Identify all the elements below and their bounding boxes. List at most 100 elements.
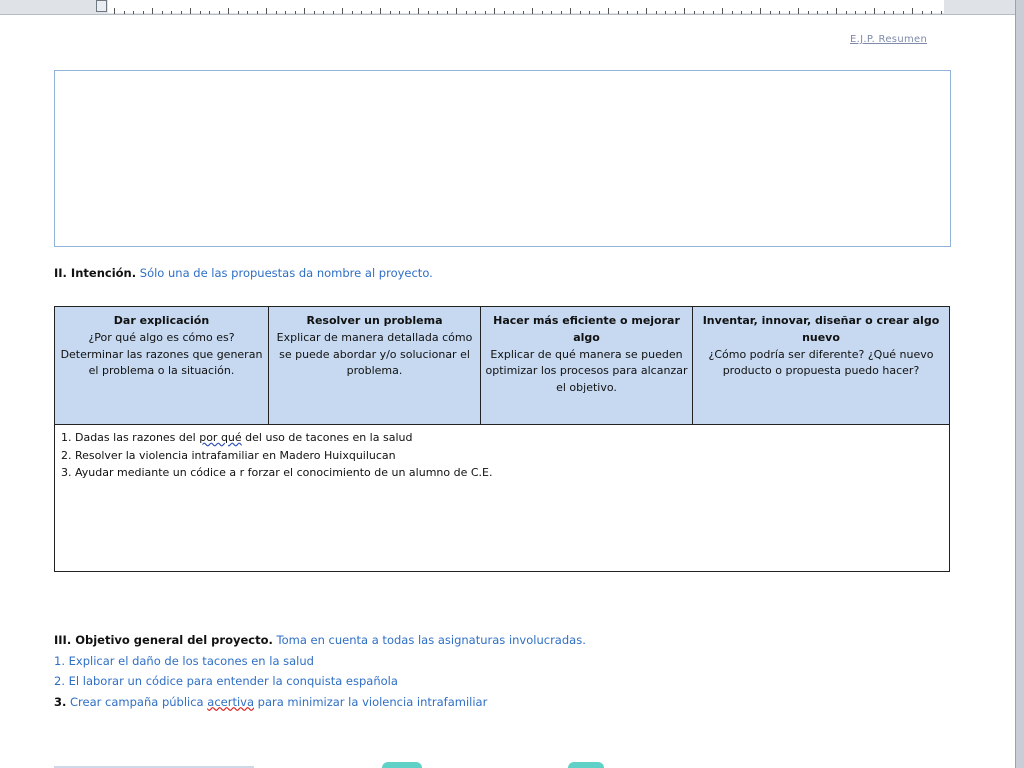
ruler-tick bbox=[332, 11, 334, 14]
horizontal-ruler[interactable] bbox=[0, 0, 1024, 15]
ruler-tick bbox=[912, 8, 913, 14]
ruler-tick bbox=[646, 8, 647, 14]
ruler-tick bbox=[788, 11, 790, 14]
cell-body: Explicar de manera detallada cómo se pue… bbox=[276, 330, 473, 378]
ruler-tick bbox=[940, 11, 942, 14]
ruler-tick bbox=[608, 8, 609, 14]
section-3[interactable]: III. Objetivo general del proyecto. Toma… bbox=[54, 630, 586, 712]
ruler-tick bbox=[722, 8, 723, 14]
ruler-tick bbox=[294, 11, 296, 14]
ruler-tick bbox=[817, 11, 818, 14]
ruler-tick bbox=[190, 8, 191, 14]
ruler-tick bbox=[921, 11, 923, 14]
ruler-tick bbox=[475, 11, 476, 14]
ruler-tick bbox=[883, 11, 885, 14]
item-number: 3. bbox=[54, 694, 67, 709]
ruler-tick bbox=[532, 8, 533, 14]
cell-title: Inventar, innovar, diseñar o crear algo … bbox=[702, 314, 940, 344]
ruler-tick bbox=[617, 11, 619, 14]
ruler-tick bbox=[456, 8, 457, 14]
ruler-tick bbox=[266, 8, 267, 14]
ruler-tick bbox=[380, 8, 381, 14]
ruler-tick bbox=[361, 11, 362, 14]
intention-table-body[interactable]: 1. Dadas las razones del por qué del uso… bbox=[61, 429, 492, 482]
ruler-tick bbox=[209, 11, 210, 14]
section-2-title: II. Intención. Sólo una de las propuesta… bbox=[54, 266, 433, 280]
objective-item-2: 2. El laborar un códice para entender la… bbox=[54, 674, 398, 688]
ruler-tick bbox=[741, 11, 742, 14]
ruler-tick bbox=[304, 8, 305, 14]
intention-cell-improve: Hacer más eficiente o mejorar algo Expli… bbox=[481, 307, 693, 424]
ruler-tick bbox=[484, 11, 486, 14]
ruler-tick bbox=[731, 11, 733, 14]
ruler-tick bbox=[893, 11, 894, 14]
ruler-tick bbox=[864, 11, 866, 14]
ruler-tick bbox=[370, 11, 372, 14]
intention-line-1: 1. Dadas las razones del por qué del uso… bbox=[61, 429, 492, 447]
line-text: del uso de tacones en la salud bbox=[241, 431, 413, 444]
ruler-tick bbox=[256, 11, 258, 14]
ruler-tick bbox=[560, 11, 562, 14]
ruler-tick bbox=[665, 11, 666, 14]
ruler-tick bbox=[636, 11, 638, 14]
objective-item-3: 3. Crear campaña pública acertiva para m… bbox=[54, 692, 586, 713]
ruler-tick bbox=[684, 8, 685, 14]
ruler-tick bbox=[503, 11, 505, 14]
ruler-tick bbox=[779, 11, 780, 14]
cell-body: Explicar de qué manera se pueden optimiz… bbox=[485, 347, 688, 395]
ruler-text-area bbox=[108, 0, 944, 13]
item-text: Crear campaña pública bbox=[66, 694, 208, 709]
header-reference: E.J.P. Resumen bbox=[850, 34, 928, 45]
ruler-tick bbox=[579, 11, 581, 14]
intention-cell-explain: Dar explicación ¿Por qué algo es cómo es… bbox=[55, 307, 269, 424]
ruler-tick bbox=[142, 11, 144, 14]
ruler-tick bbox=[703, 11, 704, 14]
intention-cell-innovate: Inventar, innovar, diseñar o crear algo … bbox=[693, 307, 949, 424]
ruler-tick bbox=[465, 11, 467, 14]
cell-title: Resolver un problema bbox=[306, 314, 443, 327]
cell-title: Hacer más eficiente o mejorar algo bbox=[493, 314, 680, 344]
ruler-tick bbox=[218, 11, 220, 14]
ruler-tick bbox=[902, 11, 904, 14]
ruler-tick bbox=[551, 11, 552, 14]
window-right-edge bbox=[1015, 0, 1024, 768]
ruler-tick bbox=[836, 8, 837, 14]
ruler-tick bbox=[598, 11, 600, 14]
ruler-tick bbox=[180, 11, 182, 14]
spellcheck-flag: por qué bbox=[199, 431, 242, 444]
ruler-tick bbox=[541, 11, 543, 14]
section-3-heading: III. Objetivo general del proyecto. bbox=[54, 633, 273, 647]
ruler-tick bbox=[389, 11, 391, 14]
section-3-note: Toma en cuenta a todas las asignaturas i… bbox=[276, 633, 586, 647]
ruler-tick bbox=[275, 11, 277, 14]
decorative-shape-left bbox=[382, 762, 422, 768]
intention-line-3: 3. Ayudar mediante un códice a r forzar … bbox=[61, 466, 493, 479]
ruler-tick bbox=[161, 11, 163, 14]
ruler-tick bbox=[674, 11, 676, 14]
ruler-tick bbox=[285, 11, 286, 14]
item-text: para minimizar la violencia intrafamilia… bbox=[254, 694, 488, 709]
intention-line-2: 2. Resolver la violencia intrafamiliar e… bbox=[61, 448, 396, 462]
ruler-tick bbox=[237, 11, 239, 14]
ruler-tick bbox=[826, 11, 828, 14]
indent-marker-handle[interactable] bbox=[96, 0, 107, 12]
ruler-tick bbox=[798, 8, 799, 14]
ruler-tick bbox=[655, 11, 657, 14]
ruler-tick bbox=[171, 11, 172, 14]
ruler-tick bbox=[133, 11, 134, 14]
ruler-tick bbox=[228, 8, 229, 14]
ruler-tick bbox=[199, 11, 201, 14]
ruler-tick bbox=[570, 8, 571, 14]
ruler-tick bbox=[446, 11, 448, 14]
ruler-tick bbox=[313, 11, 315, 14]
section-3-title: III. Objetivo general del proyecto. Toma… bbox=[54, 630, 586, 651]
ruler-tick bbox=[589, 11, 590, 14]
ruler-tick bbox=[418, 8, 419, 14]
ruler-tick bbox=[247, 11, 248, 14]
ruler-tick bbox=[123, 11, 125, 14]
ruler-tick bbox=[399, 11, 400, 14]
blank-content-box bbox=[54, 70, 951, 247]
intention-table: Dar explicación ¿Por qué algo es cómo es… bbox=[54, 306, 950, 572]
ruler-tick bbox=[427, 11, 429, 14]
ruler-tick bbox=[522, 11, 524, 14]
